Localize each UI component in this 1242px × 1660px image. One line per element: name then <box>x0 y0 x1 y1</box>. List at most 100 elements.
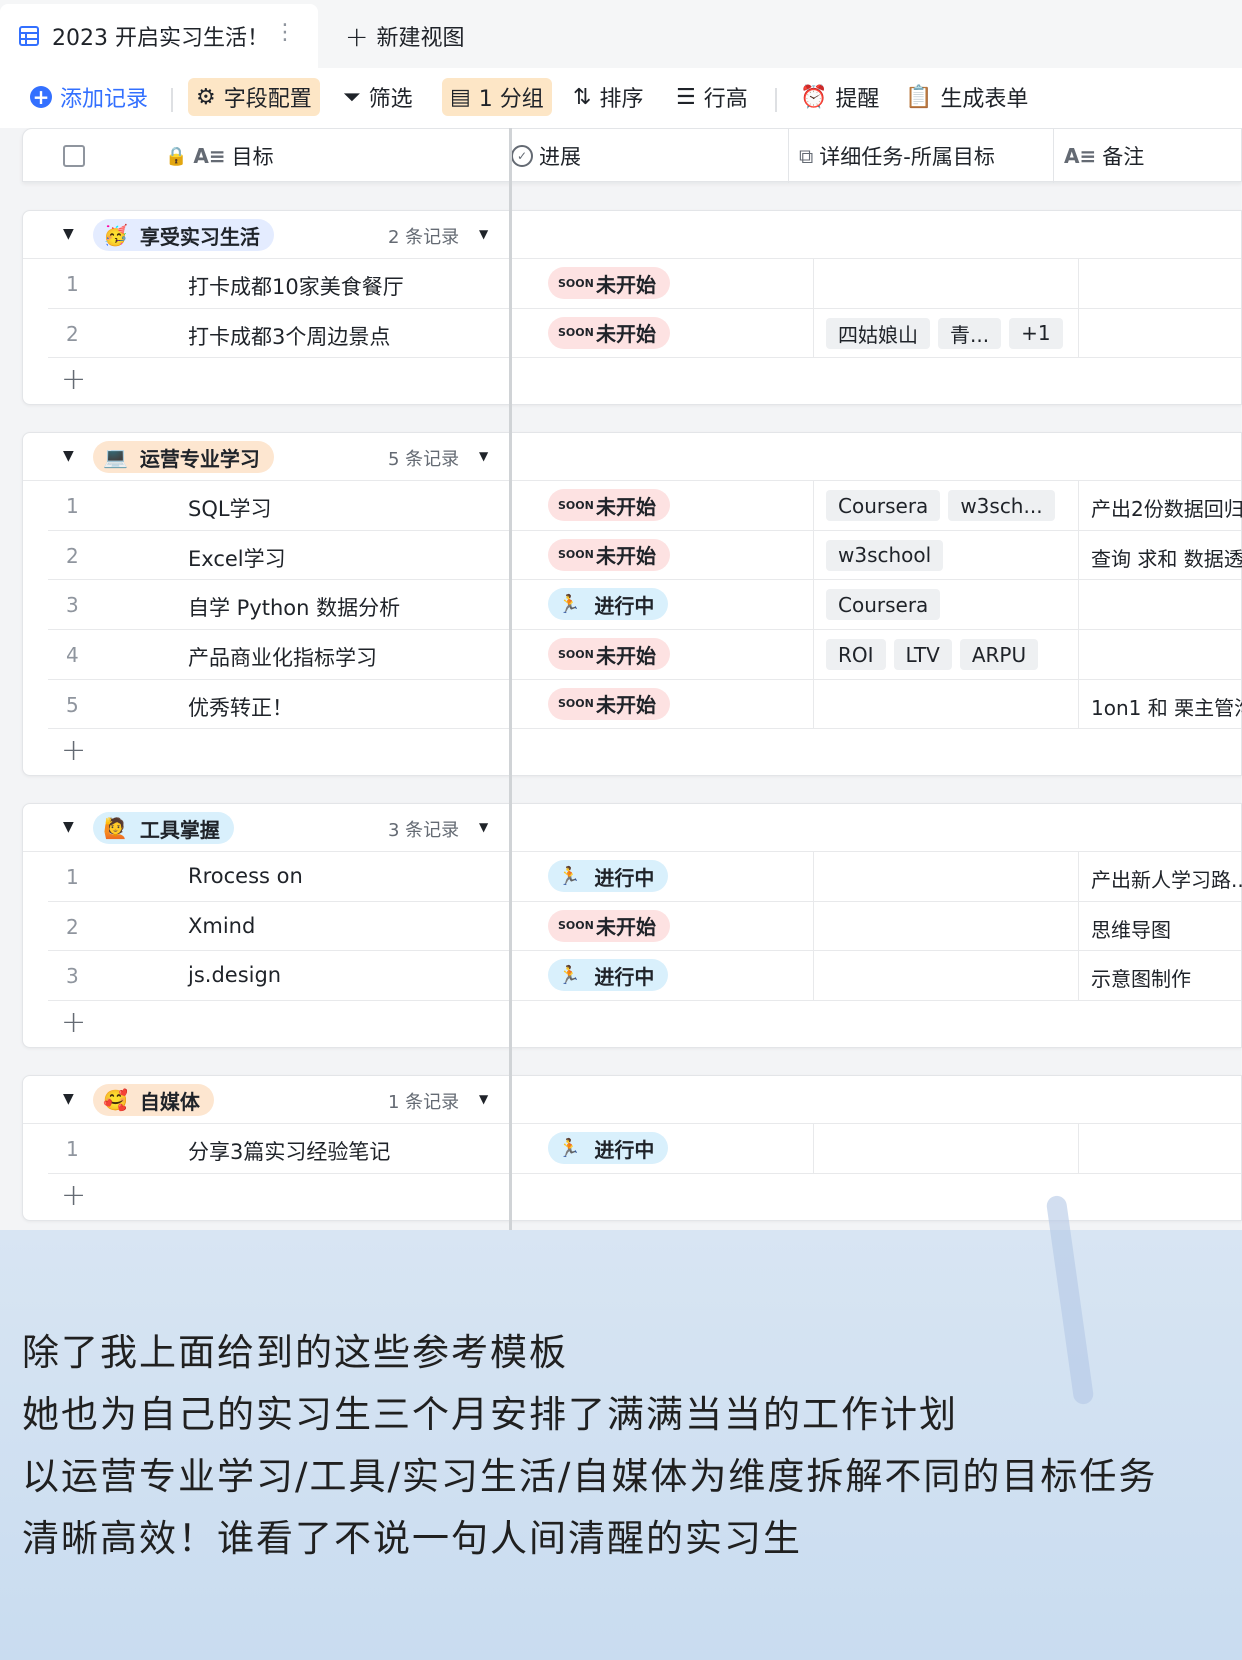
add-record-button[interactable]: + 添加记录 <box>22 78 156 116</box>
status-tag[interactable]: SOON 未开始 <box>548 638 670 671</box>
table-row[interactable]: 4 产品商业化指标学习 SOON 未开始 ROI LTV ARPU <box>48 630 1241 680</box>
dropdown-icon[interactable]: ▼ <box>479 1092 488 1106</box>
status-tag[interactable]: 🏃 进行中 <box>548 1132 669 1164</box>
group-header[interactable]: ▼ 🥰 自媒体 1 条记录 ▼ <box>23 1076 1241 1124</box>
more-vertical-icon[interactable]: ⋮ <box>274 22 296 44</box>
status-tag[interactable]: SOON 未开始 <box>548 267 670 299</box>
group-tag: 🥳 享受实习生活 <box>93 219 274 251</box>
linked-task-chip[interactable]: ARPU <box>959 639 1039 671</box>
column-header-progress[interactable]: ✓ 进展 <box>511 129 581 183</box>
goal-cell[interactable]: 优秀转正！ <box>188 692 293 722</box>
linked-task-chip[interactable]: 四姑娘山 <box>826 317 930 349</box>
group-header[interactable]: ▼ 🥳 享受实习生活 2 条记录 ▼ <box>23 211 1241 259</box>
group-header[interactable]: ▼ 🙋 工具掌握 3 条记录 ▼ <box>23 804 1241 852</box>
view-tab-bar: 2023 开启实习生活！ ⋮ + 新建视图 <box>0 0 1242 68</box>
status-tag[interactable]: 🏃 进行中 <box>548 959 669 992</box>
linked-task-chip[interactable]: Coursera <box>826 589 941 621</box>
note-cell[interactable]: 产出新人学习路... <box>1091 864 1242 893</box>
goal-cell[interactable]: SQL学习 <box>188 493 272 523</box>
status-tag[interactable]: 🏃 进行中 <box>548 860 669 892</box>
field-config-button[interactable]: ⚙ 字段配置 <box>188 78 320 116</box>
note-cell[interactable]: 思维导图 <box>1091 914 1171 943</box>
note-cell[interactable]: 1on1 和 栗主管沟通 <box>1091 692 1242 721</box>
column-divider <box>1078 951 1079 1001</box>
frozen-column-divider <box>509 128 512 1230</box>
status-label: 未开始 <box>596 272 656 297</box>
status-tag[interactable]: 🏃 进行中 <box>548 588 669 621</box>
status-tag[interactable]: SOON 未开始 <box>548 316 670 349</box>
linked-tasks-cell[interactable]: ROI LTV ARPU <box>826 639 1039 671</box>
filter-button[interactable]: ⏷ 筛选 <box>335 78 421 116</box>
table-row[interactable]: 2 打卡成都3个周边景点 SOON 未开始 四姑娘山 青... +1 <box>48 308 1241 359</box>
status-tag[interactable]: SOON 未开始 <box>548 538 670 571</box>
column-header-goal[interactable]: 🔒 A≡ 目标 <box>165 129 274 183</box>
linked-task-chip[interactable]: 青... <box>938 317 1002 349</box>
linked-task-chip[interactable]: +1 <box>1009 317 1063 349</box>
column-header-detail[interactable]: ⧉ 详细任务-所属目标 <box>799 129 995 183</box>
dropdown-icon[interactable]: ▼ <box>479 820 488 834</box>
runner-icon: 🏃 <box>558 593 581 615</box>
column-divider <box>813 679 814 729</box>
goal-cell[interactable]: 产品商业化指标学习 <box>188 642 377 672</box>
dropdown-icon[interactable]: ▼ <box>479 449 488 463</box>
note-cell[interactable]: 产出2份数据回归... <box>1091 493 1242 522</box>
status-label: 未开始 <box>596 915 656 940</box>
goal-cell[interactable]: Rrocess on <box>188 864 303 888</box>
linked-task-chip[interactable]: w3sch... <box>948 490 1055 521</box>
add-row-button[interactable]: + <box>23 729 1241 775</box>
new-view-button[interactable]: + 新建视图 <box>345 4 464 68</box>
goal-cell[interactable]: 自学 Python 数据分析 <box>188 592 400 622</box>
column-header-progress-label: 进展 <box>539 145 581 169</box>
goal-cell[interactable]: 分享3篇实习经验笔记 <box>188 1136 390 1166</box>
row-index: 5 <box>66 692 79 717</box>
linked-task-chip[interactable]: Coursera <box>826 490 941 521</box>
column-header-note[interactable]: A≡ 备注 <box>1064 129 1144 183</box>
goal-cell[interactable]: 打卡成都10家美食餐厅 <box>188 271 404 301</box>
group-button[interactable]: ▤ 1 分组 <box>442 78 552 116</box>
linked-tasks-cell[interactable]: Coursera w3sch... <box>826 490 1055 521</box>
table-row[interactable]: 1 Rrocess on 🏃 进行中 产出新人学习路... <box>48 852 1242 902</box>
remind-button[interactable]: ⏰ 提醒 <box>792 78 887 116</box>
goal-cell[interactable]: 打卡成都3个周边景点 <box>188 321 390 351</box>
caret-down-icon[interactable]: ▼ <box>63 226 74 242</box>
status-tag[interactable]: SOON 未开始 <box>548 909 670 942</box>
linked-tasks-cell[interactable]: 四姑娘山 青... +1 <box>826 317 1063 349</box>
linked-tasks-cell[interactable]: w3school <box>826 539 944 571</box>
view-tab-active[interactable]: 2023 开启实习生活！ ⋮ <box>0 4 318 68</box>
row-height-button[interactable]: ☰ 行高 <box>668 78 756 116</box>
note-cell[interactable]: 示意图制作 <box>1091 963 1191 992</box>
goal-cell[interactable]: Xmind <box>188 914 255 938</box>
note-cell[interactable]: 查询 求和 数据透视 <box>1091 543 1242 572</box>
status-tag[interactable]: SOON 未开始 <box>548 687 670 720</box>
add-row-button[interactable]: + <box>23 1001 1241 1047</box>
table-row[interactable]: 1 SQL学习 SOON未开始 Courseraw3sch... 产出2份数据回归... <box>48 481 1242 531</box>
caret-down-icon[interactable]: ▼ <box>63 1091 74 1107</box>
sort-icon: ⇅ <box>573 84 592 110</box>
linked-task-chip[interactable]: ROI <box>826 639 886 671</box>
status-tag[interactable]: SOON 未开始 <box>548 489 670 521</box>
generate-form-button[interactable]: 📋 生成表单 <box>897 78 1036 116</box>
table-row[interactable]: 2 Xmind SOON 未开始 思维导图 <box>48 901 1241 952</box>
table-row[interactable]: 5 优秀转正！ SOON未开始 1on1 和 栗主管沟通 <box>48 679 1242 730</box>
table-row[interactable]: 1 打卡成都10家美食餐厅 SOON 未开始 <box>48 259 1241 309</box>
caret-down-icon[interactable]: ▼ <box>63 819 74 835</box>
linked-task-chip[interactable]: LTV <box>893 639 952 671</box>
add-row-button[interactable]: + <box>23 358 1241 404</box>
column-divider <box>1078 308 1079 358</box>
table-row[interactable]: 3 自学 Python 数据分析 🏃 进行中 Coursera <box>48 580 1241 631</box>
row-index: 2 <box>66 543 79 568</box>
goal-cell[interactable]: js.design <box>188 963 281 987</box>
table-row[interactable]: 1 分享3篇实习经验笔记 🏃 进行中 <box>48 1124 1241 1174</box>
goal-cell[interactable]: Excel学习 <box>188 543 286 573</box>
select-all-checkbox[interactable] <box>63 129 85 183</box>
table-row[interactable]: 3 js.design 🏃 进行中 示意图制作 <box>48 951 1241 1002</box>
group-header[interactable]: ▼ 💻 运营专业学习 5 条记录 ▼ <box>23 433 1241 481</box>
caret-down-icon[interactable]: ▼ <box>63 448 74 464</box>
row-height-icon: ☰ <box>676 84 696 110</box>
text-field-icon: A≡ <box>1064 144 1097 168</box>
linked-tasks-cell[interactable]: Coursera <box>826 589 941 621</box>
sort-button[interactable]: ⇅ 排序 <box>565 78 651 116</box>
table-row[interactable]: 2 Excel学习 SOON未开始 w3school 查询 求和 数据透视 <box>48 530 1242 581</box>
linked-task-chip[interactable]: w3school <box>826 539 944 571</box>
dropdown-icon[interactable]: ▼ <box>479 227 488 241</box>
